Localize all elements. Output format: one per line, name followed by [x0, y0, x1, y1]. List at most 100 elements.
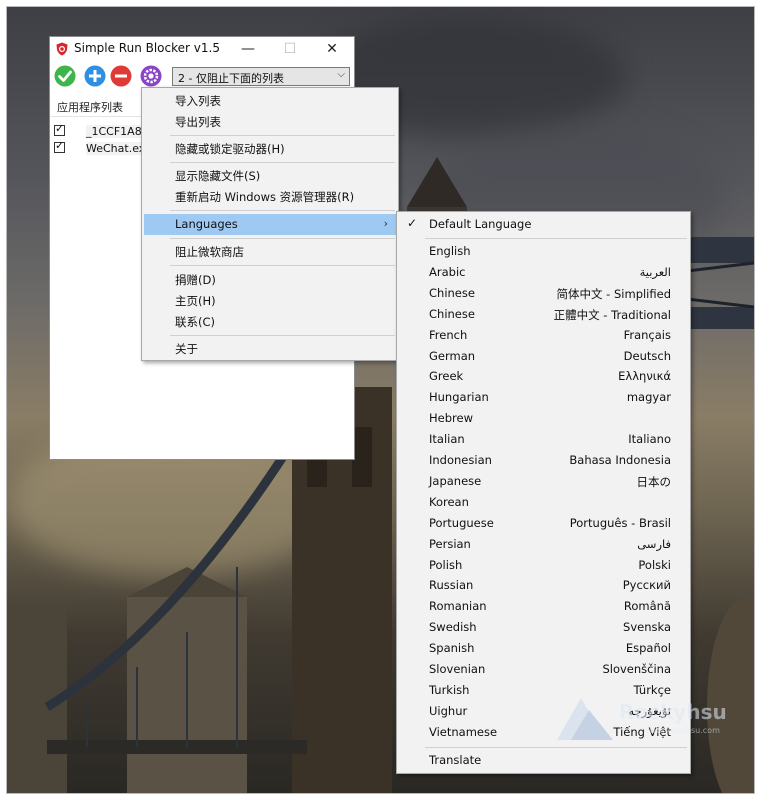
language-name: Romanian — [429, 599, 487, 614]
menu-separator — [170, 210, 395, 211]
add-button[interactable] — [84, 65, 106, 87]
language-native-name: magyar — [626, 390, 671, 405]
menu-separator — [170, 135, 395, 136]
menu-item-label: 导出列表 — [175, 115, 221, 129]
language-native-name: Español — [625, 641, 671, 656]
language-native-name: Italiano — [628, 432, 671, 447]
menu-item-label: 重新启动 Windows 资源管理器(R) — [175, 190, 355, 204]
row-checkbox[interactable]: ✓ — [54, 122, 65, 136]
menu-item-homepage[interactable]: 主页(H) — [144, 290, 396, 311]
watermark-brand: Rockyhsu — [619, 700, 727, 724]
menu-item-label: 阻止微软商店 — [175, 245, 244, 259]
language-name: Chinese — [429, 285, 475, 300]
menu-item-hide-lock-drives[interactable]: 隐藏或锁定驱动器(H) — [144, 138, 396, 159]
row-checkbox[interactable]: ✓ — [54, 139, 65, 153]
chevron-right-icon: › — [383, 217, 388, 230]
language-item[interactable]: Indonesian Bahasa Indonesia — [399, 450, 688, 471]
language-item[interactable]: Arabic العربية — [399, 262, 688, 283]
options-gear-button[interactable] — [140, 65, 162, 87]
menu-item-import-list[interactable]: 导入列表 — [144, 90, 396, 111]
language-item[interactable]: Chinese 简体中文 - Simplified — [399, 283, 688, 304]
mode-select-value: 2 - 仅阻止下面的列表 — [178, 72, 284, 85]
language-name: Polish — [429, 557, 463, 572]
language-item[interactable]: Romanian Română — [399, 596, 688, 617]
language-native-name: العربية — [639, 264, 671, 279]
checkmark-icon: ✓ — [55, 139, 65, 152]
language-name: Swedish — [429, 620, 477, 635]
language-item[interactable]: Portuguese Português - Brasil — [399, 513, 688, 534]
language-item[interactable]: Greek Ελληνικά — [399, 366, 688, 387]
language-item[interactable]: Hungarian magyar — [399, 387, 688, 408]
chevron-down-icon: ⌵ — [337, 69, 345, 80]
language-item[interactable]: Hebrew — [399, 408, 688, 429]
menu-item-label: 隐藏或锁定驱动器(H) — [175, 142, 285, 156]
column-header-label: 应用程序列表 — [57, 101, 123, 114]
language-item[interactable]: German Deutsch — [399, 346, 688, 367]
title-bar[interactable]: Simple Run Blocker v1.5 — ☐ ✕ — [50, 37, 354, 61]
close-button[interactable]: ✕ — [312, 37, 352, 61]
language-name: Italian — [429, 432, 465, 447]
menu-item-donate[interactable]: 捐赠(D) — [144, 269, 396, 290]
language-native-name: Ελληνικά — [618, 369, 671, 384]
language-name: German — [429, 348, 476, 363]
language-item[interactable]: Swedish Svenska — [399, 617, 688, 638]
menu-item-contact[interactable]: 联系(C) — [144, 311, 396, 332]
language-item[interactable]: Persian فارسی — [399, 534, 688, 555]
language-native-name: Français — [623, 327, 671, 342]
minimize-button[interactable]: — — [228, 37, 268, 61]
language-item[interactable]: Korean — [399, 492, 688, 513]
shield-stop-icon — [56, 42, 68, 56]
language-native-name: Português - Brasil — [569, 515, 671, 530]
menu-item-translate[interactable]: Translate — [399, 750, 688, 771]
language-native-name: 简体中文 - Simplified — [556, 286, 671, 301]
language-native-name: Slovenščina — [602, 662, 671, 676]
language-item[interactable]: Polish Polski — [399, 555, 688, 576]
language-item[interactable]: Russian Русский — [399, 575, 688, 596]
menu-item-label: 捐赠(D) — [175, 273, 216, 287]
language-name: Turkish — [429, 682, 470, 697]
menu-item-show-hidden-files[interactable]: 显示隐藏文件(S) — [144, 165, 396, 186]
language-name: French — [429, 327, 468, 342]
language-name: Russian — [429, 578, 474, 593]
language-name: Default Language — [429, 217, 532, 231]
language-name: Portuguese — [429, 515, 494, 530]
menu-item-restart-explorer[interactable]: 重新启动 Windows 资源管理器(R) — [144, 186, 396, 207]
language-name: English — [429, 244, 471, 258]
language-name: Hebrew — [429, 411, 473, 426]
menu-item-languages[interactable]: Languages › — [144, 214, 396, 235]
language-item[interactable]: Slovenian Slovenščina — [399, 659, 688, 680]
menu-item-label: 显示隐藏文件(S) — [175, 169, 261, 183]
menu-item-label: 联系(C) — [175, 315, 216, 329]
menu-item-export-list[interactable]: 导出列表 — [144, 111, 396, 132]
rockyhsu-watermark: Rockyhsu www.rockyhsu.com — [553, 694, 733, 744]
menu-item-about[interactable]: 关于 — [144, 338, 396, 359]
menu-item-block-ms-store[interactable]: 阻止微软商店 — [144, 241, 396, 262]
checkmark-icon: ✓ — [407, 216, 418, 230]
allow-check-button[interactable] — [54, 65, 76, 87]
window-title: Simple Run Blocker v1.5 — [74, 41, 220, 55]
language-name: Indonesian — [429, 453, 492, 467]
language-native-name: 日本の — [636, 474, 672, 489]
language-item-default[interactable]: ✓ Default Language — [399, 214, 688, 235]
language-native-name: Bahasa Indonesia — [569, 453, 671, 467]
language-item[interactable]: Chinese 正體中文 - Traditional — [399, 304, 688, 325]
menu-separator — [425, 238, 687, 239]
language-native-name: Русский — [622, 578, 671, 593]
language-item[interactable]: English — [399, 241, 688, 262]
menu-item-label: 关于 — [175, 342, 198, 356]
language-name: Greek — [429, 369, 464, 384]
language-name: Vietnamese — [429, 724, 498, 739]
maximize-button[interactable]: ☐ — [270, 37, 310, 61]
language-item[interactable]: Italian Italiano — [399, 429, 688, 450]
remove-button[interactable] — [110, 65, 132, 87]
options-menu: 导入列表 导出列表 隐藏或锁定驱动器(H) 显示隐藏文件(S) 重新启动 Win… — [141, 87, 399, 361]
menu-separator — [170, 162, 395, 163]
menu-item-label: 主页(H) — [175, 294, 216, 308]
language-native-name: Deutsch — [623, 348, 671, 363]
language-item[interactable]: Spanish Español — [399, 638, 688, 659]
language-name: Spanish — [429, 641, 475, 656]
mode-select[interactable]: 2 - 仅阻止下面的列表 ⌵ — [172, 67, 350, 86]
language-item[interactable]: French Français — [399, 325, 688, 346]
menu-item-label: Languages — [175, 217, 238, 231]
language-item[interactable]: Japanese 日本の — [399, 471, 688, 492]
